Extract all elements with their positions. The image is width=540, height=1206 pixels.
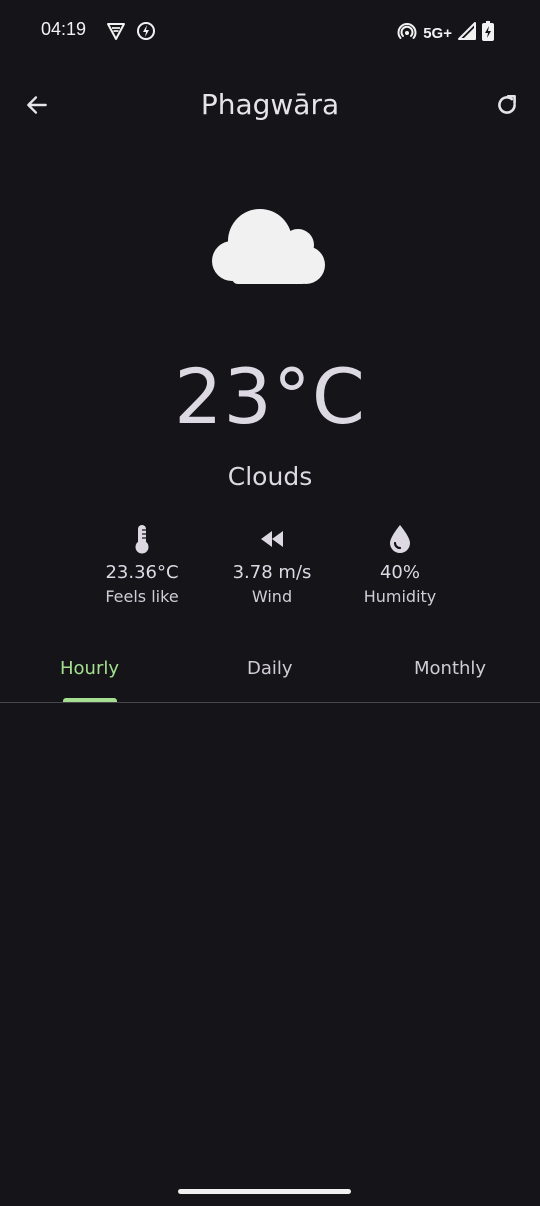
status-bar: 04:19 5G+ (0, 0, 540, 64)
top-app-bar: Phagwāra (0, 80, 540, 132)
city-title: Phagwāra (200, 88, 340, 121)
droplet-icon (330, 522, 470, 556)
humidity-stat: 40% Humidity (330, 522, 470, 606)
wind-value: 3.78 m/s (232, 562, 312, 583)
signal-icon (458, 22, 476, 44)
status-time: 04:19 (41, 19, 87, 39)
cloud-icon (206, 205, 334, 289)
feels-like-stat: 23.36°C Feels like (72, 522, 212, 606)
current-temperature: 23°C (174, 352, 366, 441)
battery-charging-icon (482, 21, 494, 45)
vpn-shield-icon (106, 21, 126, 45)
feels-like-value: 23.36°C (105, 562, 179, 583)
data-saver-icon (136, 21, 156, 45)
feels-like-label: Feels like (105, 587, 179, 606)
thermometer-icon (72, 522, 212, 556)
wind-stat: 3.78 m/s Wind (202, 522, 342, 606)
home-indicator[interactable] (178, 1189, 351, 1194)
tab-hourly[interactable]: Hourly (60, 658, 119, 679)
refresh-button[interactable] (490, 90, 524, 124)
wind-label: Wind (251, 587, 293, 606)
hotspot-icon (397, 21, 417, 45)
status-icons-left (106, 21, 156, 45)
active-tab-indicator (63, 698, 117, 702)
tab-daily[interactable]: Daily (247, 658, 293, 679)
network-type-label: 5G+ (423, 24, 452, 42)
wind-icon (202, 522, 342, 556)
weather-condition: Clouds (227, 462, 313, 491)
forecast-tabs: Hourly Daily Monthly (0, 640, 540, 703)
tab-monthly[interactable]: Monthly (414, 658, 486, 679)
status-icons-right: 5G+ (397, 21, 494, 45)
refresh-icon (494, 92, 520, 122)
humidity-value: 40% (379, 562, 420, 583)
humidity-label: Humidity (363, 587, 437, 606)
